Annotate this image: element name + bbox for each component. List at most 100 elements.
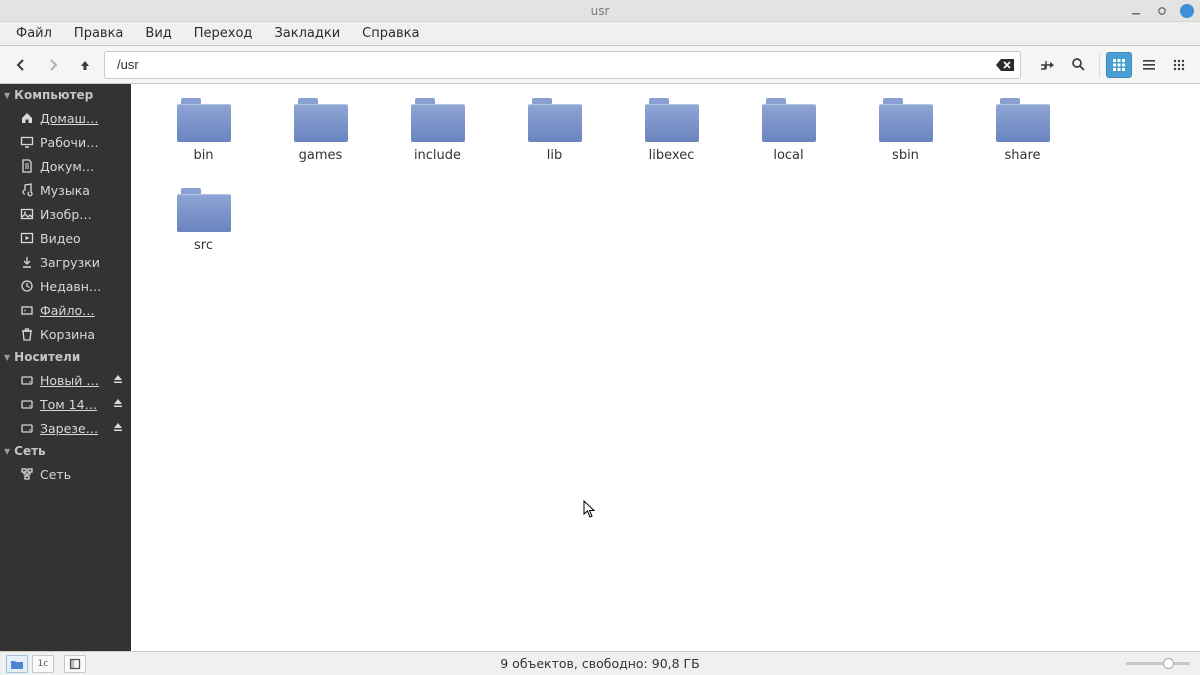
places-toggle-button[interactable]	[6, 655, 28, 673]
location-input[interactable]	[115, 56, 996, 73]
zoom-slider[interactable]	[1126, 662, 1190, 665]
network-icon	[20, 467, 34, 481]
folder-icon	[996, 98, 1050, 142]
eject-icon[interactable]	[113, 422, 125, 434]
titlebar: usr	[0, 0, 1200, 22]
view-switcher	[1099, 52, 1192, 78]
eject-icon[interactable]	[113, 374, 125, 386]
sidebar-item[interactable]: Файло…	[0, 298, 131, 322]
sidebar-item[interactable]: Рабочи…	[0, 130, 131, 154]
status-text: 9 объектов, свободно: 90,8 ГБ	[500, 656, 700, 671]
sidebar-item[interactable]: Изобр…	[0, 202, 131, 226]
tree-toggle-button[interactable]: 1c	[32, 655, 54, 673]
toggle-location-button[interactable]	[1035, 52, 1061, 78]
folder-item[interactable]: sbin	[847, 94, 964, 184]
sidebar-item[interactable]: Домаш…	[0, 106, 131, 130]
sidebar-item[interactable]: Корзина	[0, 322, 131, 346]
search-button[interactable]	[1065, 52, 1091, 78]
sidebar-heading-label: Компьютер	[14, 88, 93, 102]
sidebar-item[interactable]: Музыка	[0, 178, 131, 202]
sidebar-item-label: Файло…	[40, 303, 127, 318]
sidebar-item[interactable]: Сеть	[0, 462, 131, 486]
sidebar-item[interactable]: Загрузки	[0, 250, 131, 274]
folder-icon	[177, 98, 231, 142]
eject-icon[interactable]	[113, 398, 125, 410]
minimize-button[interactable]	[1128, 3, 1144, 19]
sidebar-item[interactable]: Том 14…	[0, 392, 131, 416]
sidebar-item-label: Зарезе…	[40, 421, 107, 436]
folder-item[interactable]: libexec	[613, 94, 730, 184]
folder-item[interactable]: lib	[496, 94, 613, 184]
status-left-controls: 1c	[0, 655, 86, 673]
sidebar-item-label: Видео	[40, 231, 127, 246]
menu-bookmarks[interactable]: Закладки	[264, 23, 350, 44]
folder-item[interactable]: bin	[145, 94, 262, 184]
nav-back-button[interactable]	[8, 52, 34, 78]
sidebar-item[interactable]: Зарезе…	[0, 416, 131, 440]
folder-label: libexec	[649, 148, 695, 163]
sidebar-item[interactable]: Новый …	[0, 368, 131, 392]
sidebar-item-label: Рабочи…	[40, 135, 127, 150]
folder-item[interactable]: include	[379, 94, 496, 184]
content-area[interactable]: bin games include lib libexec local sbin share s…	[131, 84, 1200, 651]
sidebar-item-label: Изобр…	[40, 207, 127, 222]
sidebar-item-label: Загрузки	[40, 255, 127, 270]
menubar: Файл Правка Вид Переход Закладки Справка	[0, 22, 1200, 46]
folder-icon	[177, 188, 231, 232]
folder-item[interactable]: games	[262, 94, 379, 184]
folder-item[interactable]: share	[964, 94, 1081, 184]
window-buttons	[1128, 3, 1194, 19]
home-icon	[20, 111, 34, 125]
downloads-icon	[20, 255, 34, 269]
sidebar-item-label: Музыка	[40, 183, 127, 198]
desktop-icon	[20, 135, 34, 149]
sidebar-item[interactable]: Недавн…	[0, 274, 131, 298]
sidebar-heading[interactable]: ▼Сеть	[0, 440, 131, 462]
menu-go[interactable]: Переход	[184, 23, 263, 44]
drive-icon	[20, 397, 34, 411]
list-view-button[interactable]	[1136, 52, 1162, 78]
folder-icon	[879, 98, 933, 142]
folder-label: lib	[547, 148, 562, 163]
sidebar-heading-label: Носители	[14, 350, 80, 364]
clear-location-icon[interactable]	[996, 58, 1014, 72]
folder-icon	[528, 98, 582, 142]
folder-label: games	[299, 148, 343, 163]
menu-edit[interactable]: Правка	[64, 23, 133, 44]
maximize-button[interactable]	[1154, 3, 1170, 19]
drive-icon	[20, 373, 34, 387]
menu-help[interactable]: Справка	[352, 23, 429, 44]
folder-item[interactable]: local	[730, 94, 847, 184]
compact-view-button[interactable]	[1166, 52, 1192, 78]
window-title: usr	[591, 4, 610, 18]
icon-view-button[interactable]	[1106, 52, 1132, 78]
folder-icon	[645, 98, 699, 142]
sidebar-heading[interactable]: ▼Компьютер	[0, 84, 131, 106]
sidebar-item-label: Новый …	[40, 373, 107, 388]
folder-item[interactable]: src	[145, 184, 262, 274]
sidebar: ▼КомпьютерДомаш…Рабочи…Докум…МузыкаИзобр…	[0, 84, 131, 651]
chevron-down-icon: ▼	[4, 353, 10, 362]
filesystem-icon	[20, 303, 34, 317]
sidebar-item-label: Недавн…	[40, 279, 127, 294]
nav-forward-button[interactable]	[40, 52, 66, 78]
close-panel-button[interactable]	[64, 655, 86, 673]
folder-icon	[411, 98, 465, 142]
toolbar-actions	[1029, 52, 1091, 78]
sidebar-heading[interactable]: ▼ Носители	[0, 346, 131, 368]
folder-icon	[294, 98, 348, 142]
sidebar-item-label: Корзина	[40, 327, 127, 342]
menu-view[interactable]: Вид	[135, 23, 181, 44]
close-button[interactable]	[1180, 4, 1194, 18]
folder-label: sbin	[892, 148, 919, 163]
location-bar[interactable]	[104, 51, 1021, 79]
toolbar	[0, 46, 1200, 84]
sidebar-item[interactable]: Докум…	[0, 154, 131, 178]
folder-label: bin	[193, 148, 213, 163]
menu-file[interactable]: Файл	[6, 23, 62, 44]
nav-up-button[interactable]	[72, 52, 98, 78]
sidebar-item[interactable]: Видео	[0, 226, 131, 250]
trash-icon	[20, 327, 34, 341]
folder-icon	[762, 98, 816, 142]
folder-label: include	[414, 148, 461, 163]
